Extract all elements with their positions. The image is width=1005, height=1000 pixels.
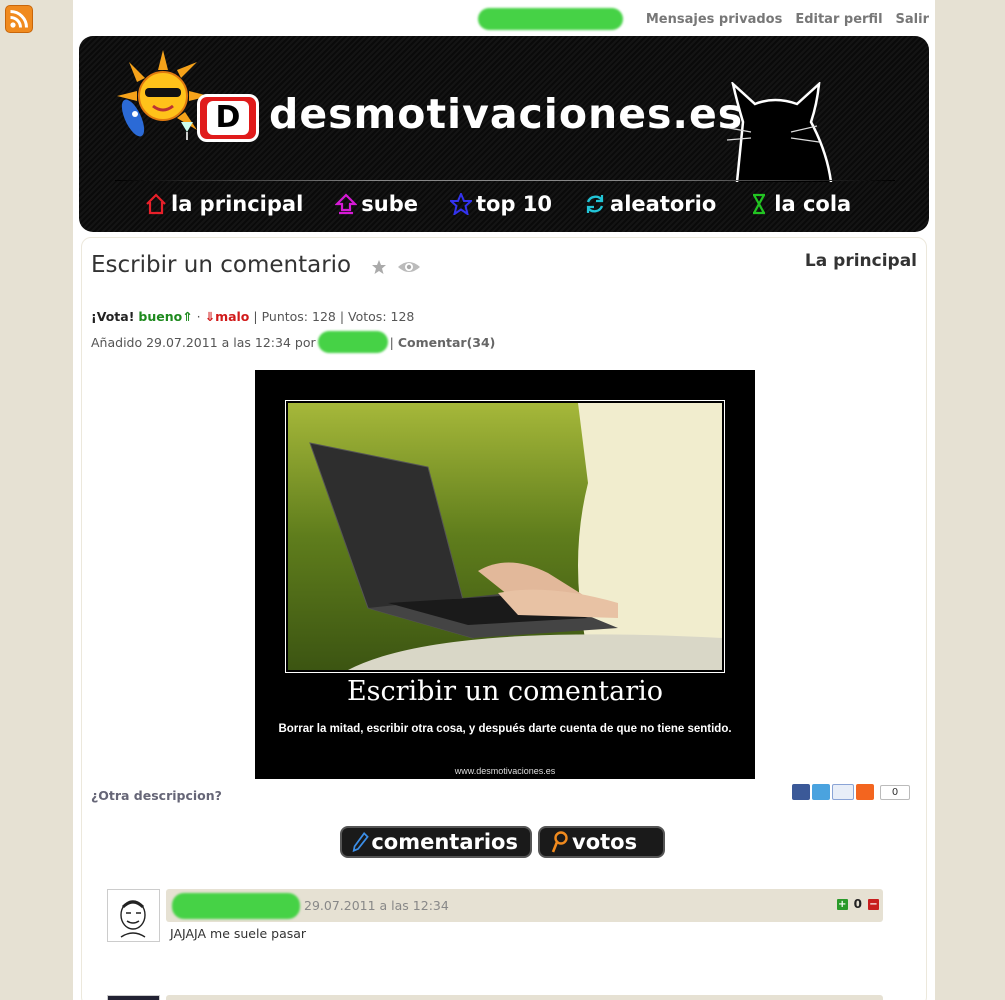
poster-url: www.desmotivaciones.es bbox=[454, 766, 556, 776]
nav-label: aleatorio bbox=[610, 192, 717, 216]
cat-silhouette-icon bbox=[727, 82, 833, 182]
comment-score: + 0 − bbox=[836, 897, 879, 911]
upvote-icon[interactable]: + bbox=[836, 898, 848, 910]
magnifier-icon bbox=[551, 831, 568, 853]
comment-count-link[interactable]: Comentar(34) bbox=[398, 335, 496, 350]
laptop-photo-icon bbox=[288, 403, 722, 670]
tab-comments[interactable]: comentarios bbox=[340, 826, 532, 858]
nav-top-10[interactable]: top 10 bbox=[450, 192, 552, 216]
logout-link[interactable]: Salir bbox=[896, 12, 929, 27]
private-messages-link[interactable]: Mensajes privados bbox=[646, 12, 782, 27]
vote-good-link[interactable]: bueno⇑ bbox=[138, 309, 192, 324]
vote-prompt: ¡Vota! bbox=[91, 309, 135, 324]
twitter-icon[interactable] bbox=[812, 784, 830, 800]
site-logo-text[interactable]: desmotivaciones.es bbox=[269, 90, 743, 138]
tab-votes[interactable]: votos bbox=[538, 826, 665, 858]
user-bar: Mensajes privados Editar perfil Salir bbox=[477, 8, 929, 30]
page-container: Mensajes privados Editar perfil Salir D … bbox=[73, 0, 935, 1000]
nav-aleatorio[interactable]: aleatorio bbox=[584, 192, 716, 216]
added-line: Añadido 29.07.2011 a las 12:34 por | Com… bbox=[91, 331, 495, 353]
downvote-icon[interactable]: − bbox=[868, 898, 879, 910]
comment-header: 29.07.2011 a las 12:34 + 0 − bbox=[166, 889, 883, 922]
title-actions bbox=[371, 259, 421, 275]
addthis-plus-icon[interactable] bbox=[856, 784, 874, 800]
eye-icon[interactable] bbox=[397, 259, 421, 275]
nav-label: la cola bbox=[774, 192, 852, 216]
poster-photo bbox=[285, 400, 725, 673]
other-description-link[interactable]: ¿Otra descripcion? bbox=[91, 788, 222, 803]
rss-icon[interactable] bbox=[5, 5, 33, 33]
share-buttons: 0 bbox=[792, 784, 910, 800]
logo-badge[interactable]: D bbox=[197, 94, 259, 142]
site-header: D desmotivaciones.es la principal sube t… bbox=[79, 36, 929, 232]
nav-la-cola[interactable]: la cola bbox=[748, 192, 851, 216]
comment-tabs: comentarios votos bbox=[340, 826, 665, 858]
votes-count: Votos: 128 bbox=[348, 309, 415, 324]
nav-la-principal[interactable]: la principal bbox=[145, 192, 303, 216]
tab-label: comentarios bbox=[371, 830, 518, 854]
header-divider bbox=[115, 180, 895, 181]
meme-face-avatar-icon bbox=[111, 893, 156, 938]
share-count: 0 bbox=[880, 784, 910, 800]
avatar[interactable] bbox=[107, 889, 160, 942]
home-icon bbox=[146, 193, 166, 215]
nav-sube[interactable]: sube bbox=[335, 192, 418, 216]
poster-title: Escribir un comentario bbox=[346, 676, 664, 707]
favorite-star-icon[interactable] bbox=[371, 259, 387, 275]
vote-bad-link[interactable]: ⇓malo bbox=[205, 309, 250, 324]
nav-label: sube bbox=[361, 192, 418, 216]
nav-label: top 10 bbox=[476, 192, 553, 216]
hourglass-icon bbox=[753, 193, 766, 215]
added-text: Añadido 29.07.2011 a las 12:34 por bbox=[91, 334, 316, 350]
author-redacted[interactable] bbox=[317, 331, 388, 353]
star-icon bbox=[450, 193, 472, 215]
comment-score-value: 0 bbox=[853, 897, 862, 911]
google-plus-one-icon[interactable] bbox=[832, 784, 854, 800]
post-panel: Escribir un comentario La principal ¡Vot… bbox=[81, 237, 927, 1000]
demotivational-poster[interactable]: Escribir un comentario Borrar la mitad, … bbox=[255, 370, 755, 779]
post-title: Escribir un comentario bbox=[91, 252, 352, 278]
points-count: Puntos: 128 bbox=[261, 309, 336, 324]
logo-letter: D bbox=[207, 101, 249, 135]
vote-line: ¡Vota! bueno⇑ · ⇓malo | Puntos: 128 | Vo… bbox=[91, 309, 415, 324]
upload-icon bbox=[335, 193, 358, 215]
facebook-icon[interactable] bbox=[792, 784, 810, 800]
section-link[interactable]: La principal bbox=[805, 251, 917, 271]
username-redacted[interactable] bbox=[477, 8, 623, 30]
pencil-icon bbox=[352, 832, 369, 853]
tab-label: votos bbox=[572, 830, 638, 854]
main-nav: la principal sube top 10 aleatorio la co… bbox=[145, 192, 883, 216]
comment-date: 29.07.2011 a las 12:34 bbox=[304, 898, 449, 913]
edit-profile-link[interactable]: Editar perfil bbox=[795, 12, 882, 27]
poster-subtitle: Borrar la mitad, escribir otra cosa, y d… bbox=[278, 723, 732, 735]
refresh-icon bbox=[586, 195, 604, 213]
comment-header bbox=[166, 995, 883, 1000]
avatar[interactable] bbox=[107, 995, 160, 1000]
nav-label: la principal bbox=[171, 192, 304, 216]
commenter-redacted[interactable] bbox=[172, 892, 300, 919]
comment-text: JAJAJA me suele pasar bbox=[170, 926, 307, 941]
